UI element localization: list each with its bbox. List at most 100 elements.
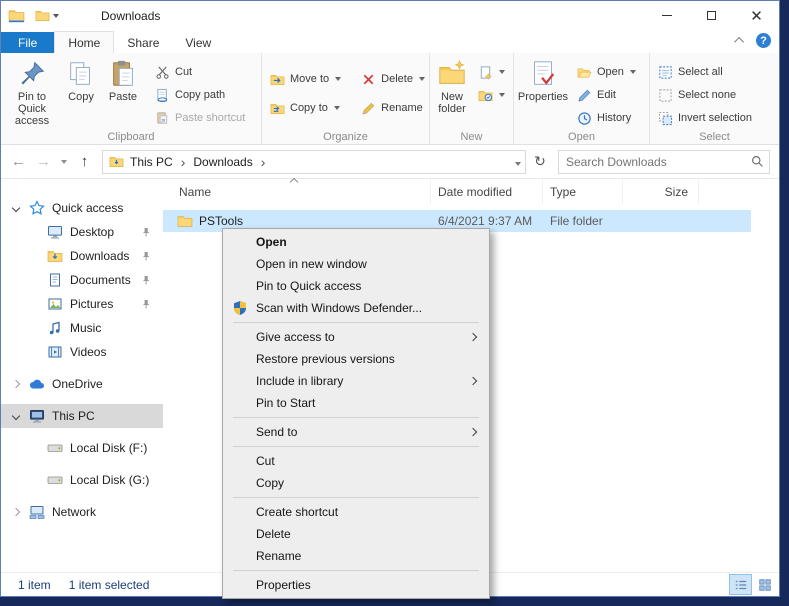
menu-item-pin-to-start[interactable]: Pin to Start	[223, 392, 489, 414]
address-dropdown-icon[interactable]	[515, 155, 521, 169]
disk-icon	[47, 440, 63, 456]
menu-item-open[interactable]: Open	[223, 231, 489, 253]
column-header-name[interactable]: Name	[163, 177, 431, 204]
menu-item-scan-with-windows-defender[interactable]: Scan with Windows Defender...	[223, 297, 489, 319]
refresh-button[interactable]: ↻	[528, 150, 552, 174]
breadcrumb-downloads[interactable]: Downloads	[190, 155, 255, 169]
paste-button[interactable]: Paste	[102, 56, 144, 129]
menu-item-restore-previous-versions[interactable]: Restore previous versions	[223, 348, 489, 370]
select-none-icon	[659, 88, 672, 102]
sidebar-item-videos[interactable]: Videos	[1, 340, 163, 364]
group-label-select: Select	[699, 131, 730, 143]
menu-item-pin-to-quick-access[interactable]: Pin to Quick access	[223, 275, 489, 297]
forward-button[interactable]: →	[32, 150, 55, 174]
history-button[interactable]: History	[572, 107, 641, 129]
menu-item-give-access-to[interactable]: Give access to	[223, 326, 489, 348]
delete-button[interactable]: Delete	[356, 68, 430, 90]
menu-item-open-in-new-window[interactable]: Open in new window	[223, 253, 489, 275]
tab-view[interactable]: View	[172, 32, 224, 53]
menu-item-send-to[interactable]: Send to	[223, 421, 489, 443]
tab-share[interactable]: Share	[114, 32, 172, 53]
select-none-button[interactable]: Select none	[653, 84, 757, 106]
up-button[interactable]: ↑	[73, 150, 96, 174]
ribbon-group-new: New folder New	[429, 53, 513, 144]
close-icon: ✕	[750, 7, 763, 25]
music-icon	[49, 321, 60, 335]
search-icon[interactable]	[751, 155, 764, 168]
pin-to-quick-access-button[interactable]: Pin to Quick access	[4, 56, 60, 129]
chevron-down-icon[interactable]	[11, 411, 21, 421]
chevron-right-icon[interactable]	[11, 507, 21, 517]
large-icons-view-icon	[758, 578, 771, 591]
quick-access-toolbar[interactable]	[35, 8, 59, 23]
sidebar-item-onedrive[interactable]: OneDrive	[1, 372, 163, 396]
history-icon	[578, 111, 591, 125]
breadcrumb-this-pc[interactable]: This PC	[127, 155, 176, 169]
select-all-button[interactable]: Select all	[653, 61, 757, 83]
help-icon[interactable]: ?	[756, 33, 771, 48]
paste-shortcut-button[interactable]: Paste shortcut	[150, 107, 250, 129]
rename-button[interactable]: Rename	[356, 97, 430, 119]
chevron-down-icon[interactable]	[11, 203, 21, 213]
group-label-new: New	[460, 131, 483, 143]
new-item-button[interactable]	[473, 61, 510, 83]
column-header-date-modified[interactable]: Date modified	[431, 179, 543, 204]
chevron-right-icon[interactable]	[11, 379, 21, 389]
sidebar-item-quick-access[interactable]: Quick access	[1, 196, 163, 220]
menu-item-delete[interactable]: Delete	[223, 523, 489, 545]
column-header-size[interactable]: Size	[623, 179, 699, 204]
large-icons-view-button[interactable]	[753, 574, 776, 595]
menu-separator	[233, 322, 479, 323]
cut-button[interactable]: Cut	[150, 61, 250, 83]
sidebar-item-downloads[interactable]: Downloads	[1, 244, 163, 268]
menu-item-copy[interactable]: Copy	[223, 472, 489, 494]
sidebar-item-documents[interactable]: Documents	[1, 268, 163, 292]
recent-locations-button[interactable]	[57, 150, 71, 174]
details-view-button[interactable]	[729, 574, 752, 595]
breadcrumb-separator-icon[interactable]: ›	[259, 155, 268, 169]
edit-button[interactable]: Edit	[572, 84, 641, 106]
column-header-type[interactable]: Type	[543, 179, 623, 204]
menu-item-rename[interactable]: Rename	[223, 545, 489, 567]
properties-button[interactable]: Properties	[517, 56, 569, 129]
menu-item-properties[interactable]: Properties	[223, 574, 489, 596]
disk-icon	[47, 472, 63, 488]
copy-path-button[interactable]: Copy path	[150, 84, 250, 106]
maximize-button[interactable]	[689, 1, 734, 30]
open-icon	[577, 67, 592, 77]
sidebar-item-local-disk-g[interactable]: Local Disk (G:)	[1, 468, 163, 492]
open-button[interactable]: Open	[572, 61, 641, 83]
copy-icon	[70, 62, 90, 85]
copy-to-button[interactable]: Copy to	[265, 97, 346, 119]
menu-item-cut[interactable]: Cut	[223, 450, 489, 472]
group-label-organize: Organize	[323, 131, 368, 143]
menu-item-include-in-library[interactable]: Include in library	[223, 370, 489, 392]
menu-item-create-shortcut[interactable]: Create shortcut	[223, 501, 489, 523]
sidebar-item-this-pc[interactable]: This PC	[1, 404, 163, 428]
back-button[interactable]: ←	[7, 150, 30, 174]
tab-file[interactable]: File	[1, 32, 55, 53]
minimize-button[interactable]	[644, 1, 689, 30]
collapse-ribbon-icon[interactable]	[734, 36, 745, 47]
invert-selection-button[interactable]: Invert selection	[653, 107, 757, 129]
folder-icon[interactable]	[35, 8, 50, 23]
move-to-button[interactable]: Move to	[265, 68, 346, 90]
sidebar-item-music[interactable]: Music	[1, 316, 163, 340]
sidebar-item-pictures[interactable]: Pictures	[1, 292, 163, 316]
qat-dropdown-icon[interactable]	[53, 13, 59, 18]
new-folder-button[interactable]: New folder	[433, 56, 471, 129]
sidebar-item-local-disk-f[interactable]: Local Disk (F:)	[1, 436, 163, 460]
breadcrumb[interactable]: This PC › Downloads ›	[102, 149, 526, 174]
search-input[interactable]	[566, 154, 751, 169]
sidebar-item-desktop[interactable]: Desktop	[1, 220, 163, 244]
close-button[interactable]: ✕	[734, 1, 779, 30]
location-folder-icon	[109, 154, 124, 169]
copy-button[interactable]: Copy	[60, 56, 102, 129]
sidebar-item-network[interactable]: Network	[1, 500, 163, 524]
tab-home[interactable]: Home	[54, 31, 115, 53]
minimize-icon	[661, 15, 672, 16]
search-box[interactable]	[558, 149, 770, 174]
breadcrumb-separator-icon[interactable]: ›	[179, 155, 188, 169]
dropdown-icon	[629, 70, 636, 74]
easy-access-button[interactable]	[473, 84, 510, 106]
